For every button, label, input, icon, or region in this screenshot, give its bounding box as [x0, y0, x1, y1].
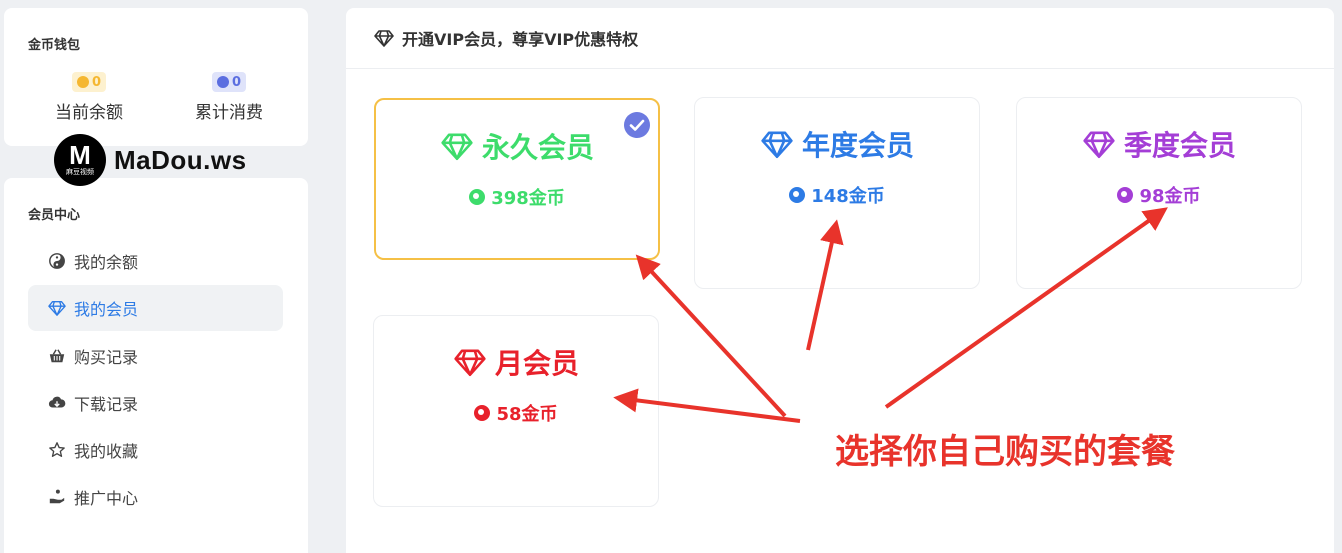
nav-item-my-balance[interactable]: 我的余额: [28, 238, 283, 284]
plan-price: 58金币: [496, 404, 558, 425]
plan-price: 98金币: [1139, 186, 1201, 207]
annotation-text: 选择你自己购买的套餐: [835, 432, 1175, 472]
balance-stat[interactable]: 0 当前余额: [34, 72, 144, 123]
hand-coin-icon: [49, 489, 65, 504]
diamond-icon: [1083, 131, 1115, 159]
diamond-icon: [441, 133, 473, 161]
madou-logo: M 麻豆视频: [54, 134, 106, 186]
nav-label: 购买记录: [74, 348, 139, 367]
nav-item-download-history[interactable]: 下载记录: [28, 380, 283, 426]
coin-icon: [474, 405, 491, 421]
diamond-icon: [761, 131, 793, 159]
nav-item-my-membership[interactable]: 我的会员: [28, 285, 283, 331]
cloud-download-icon: [48, 396, 66, 408]
nav-label: 推广中心: [74, 489, 139, 508]
nav-label: 我的收藏: [74, 442, 139, 461]
logo-subtext: 麻豆视频: [66, 168, 94, 176]
spent-label: 累计消费: [195, 103, 263, 123]
nav-item-my-favorites[interactable]: 我的收藏: [28, 427, 283, 473]
nav-label: 我的会员: [74, 300, 139, 319]
plan-card-permanent[interactable]: 永久会员 398金币: [374, 98, 660, 260]
plan-card-quarterly[interactable]: 季度会员 98金币: [1016, 97, 1302, 289]
wallet-title: 金币钱包: [28, 38, 81, 53]
member-center-panel: 会员中心 我的余额 我的会员 购买记录 下载记录 我的收藏 推广中心: [4, 178, 308, 553]
spent-stat[interactable]: 0 累计消费: [174, 72, 284, 123]
wallet-panel: 金币钱包 0 当前余额 0 累计消费: [4, 8, 308, 146]
plan-price: 398金币: [491, 188, 565, 209]
diamond-icon: [48, 301, 66, 316]
star-icon: [49, 442, 65, 457]
coin-icon: [76, 76, 89, 88]
member-center-title: 会员中心: [28, 208, 81, 223]
spent-value: 0: [231, 74, 242, 90]
vip-header-text: 开通VIP会员，尊享VIP优惠特权: [402, 30, 639, 49]
selected-check-icon: [624, 112, 650, 138]
plan-name: 年度会员: [801, 129, 914, 162]
plan-price: 148金币: [811, 186, 885, 207]
coin-icon: [216, 76, 229, 88]
balance-value: 0: [91, 74, 102, 90]
plan-name: 永久会员: [481, 131, 594, 164]
nav-item-promotion-center[interactable]: 推广中心: [28, 474, 283, 520]
vip-header: 开通VIP会员，尊享VIP优惠特权: [346, 8, 1334, 69]
watermark-text: MaDou.ws: [114, 144, 247, 175]
coin-icon: [1117, 187, 1134, 203]
coin-icon: [469, 189, 486, 205]
nav-label: 下载记录: [74, 395, 139, 414]
nav-label: 我的余额: [74, 253, 139, 272]
yin-yang-icon: [49, 253, 65, 269]
spent-badge: 0: [211, 72, 247, 92]
plan-card-annual[interactable]: 年度会员 148金币: [694, 97, 980, 289]
madou-watermark: M 麻豆视频 MaDou.ws: [54, 134, 247, 186]
balance-label: 当前余额: [55, 103, 123, 123]
diamond-icon: [454, 349, 486, 377]
coin-icon: [789, 187, 806, 203]
nav-item-purchase-history[interactable]: 购买记录: [28, 333, 283, 379]
diamond-icon: [374, 30, 394, 47]
basket-icon: [49, 349, 65, 363]
plan-card-monthly[interactable]: 月会员 58金币: [373, 315, 659, 507]
plan-name: 季度会员: [1123, 129, 1236, 162]
plan-name: 月会员: [494, 347, 579, 380]
balance-badge: 0: [71, 72, 107, 92]
